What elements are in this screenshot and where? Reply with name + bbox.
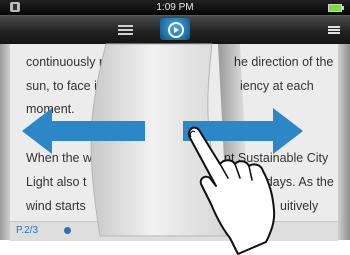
e-reader-screen: 1:09 PM continuously re he direction of … [0, 0, 350, 255]
swipe-hand-icon [188, 126, 276, 255]
arrow-left-icon [22, 108, 145, 154]
